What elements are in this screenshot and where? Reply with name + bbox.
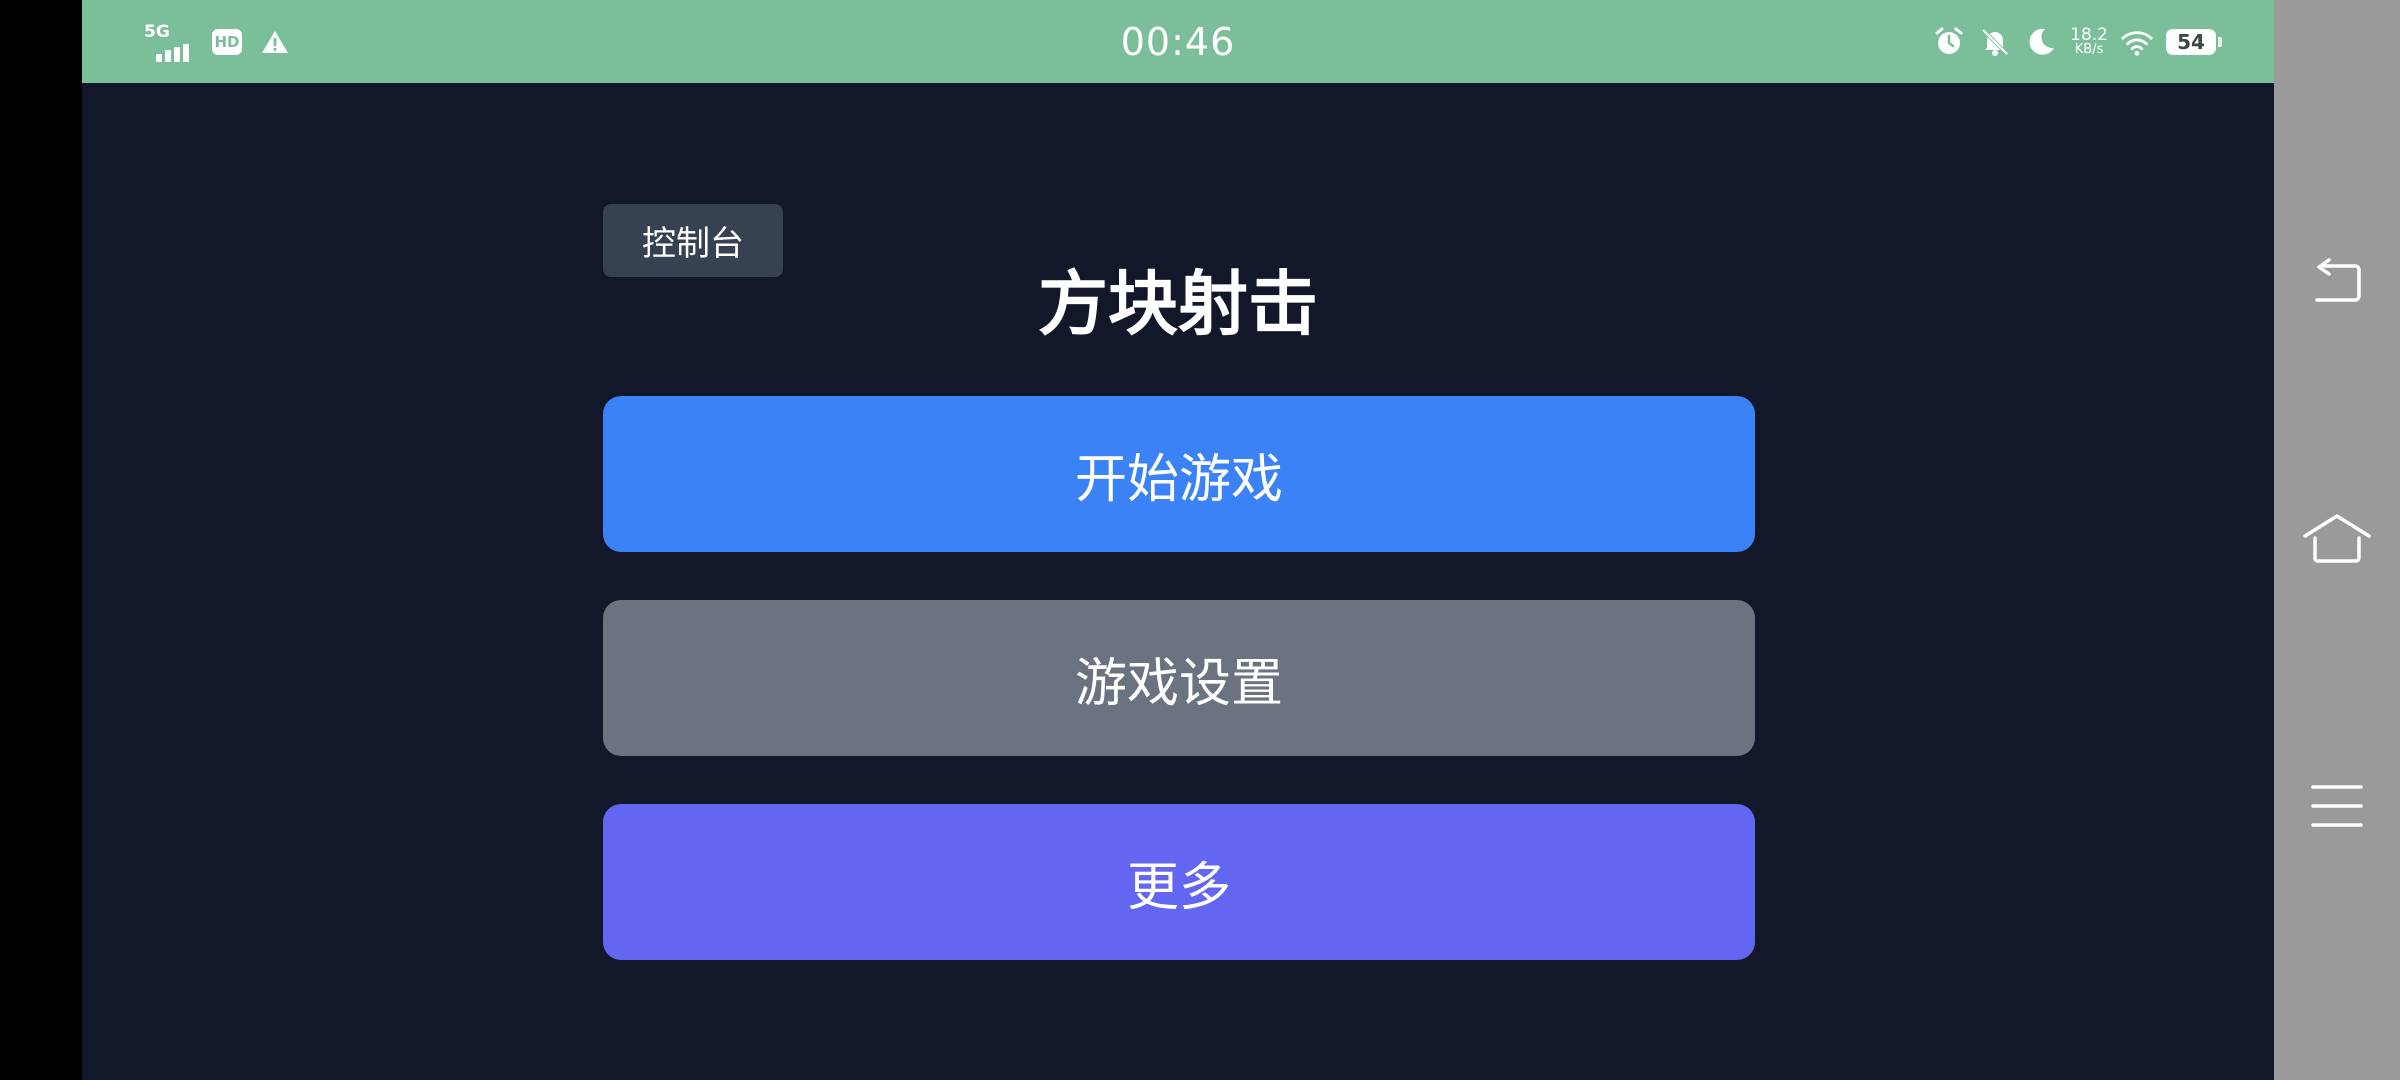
alarm-icon	[1932, 25, 1966, 59]
screen-left-edge	[0, 0, 82, 1080]
start-game-button[interactable]: 开始游戏	[603, 396, 1755, 552]
home-icon	[2301, 512, 2373, 568]
network-speed-value: 18.2	[2070, 24, 2108, 45]
do-not-disturb-moon-icon	[2024, 25, 2058, 59]
recents-menu-icon	[2309, 783, 2365, 833]
mute-notifications-icon	[1978, 25, 2012, 59]
network-speed: 18.2 KB/s	[2070, 24, 2108, 57]
back-icon	[2309, 258, 2365, 310]
signal-icon: 5G	[144, 22, 194, 62]
battery-level: 54	[2177, 29, 2205, 54]
recents-button[interactable]	[2274, 748, 2400, 868]
status-bar-left: 5G HD	[144, 0, 290, 83]
home-button[interactable]	[2274, 480, 2400, 600]
network-type: 5G	[144, 21, 170, 42]
game-settings-button[interactable]: 游戏设置	[603, 600, 1755, 756]
status-bar-right: 18.2 KB/s 54	[1932, 0, 2222, 83]
network-speed-unit: KB/s	[2074, 41, 2104, 57]
warning-icon	[260, 27, 290, 57]
game-title: 方块射击	[1038, 263, 1318, 345]
app-screen: 5G HD 00:46 18.2 KB/s 54 控制台 方块射击 开始游戏 游…	[82, 0, 2274, 1080]
navigation-bar	[2274, 0, 2400, 1080]
status-bar: 5G HD 00:46 18.2 KB/s 54	[82, 0, 2274, 83]
more-button[interactable]: 更多	[603, 804, 1755, 960]
wifi-icon	[2120, 25, 2154, 59]
hd-icon: HD	[212, 28, 242, 55]
battery-icon: 54	[2166, 28, 2222, 55]
back-button[interactable]	[2274, 224, 2400, 344]
